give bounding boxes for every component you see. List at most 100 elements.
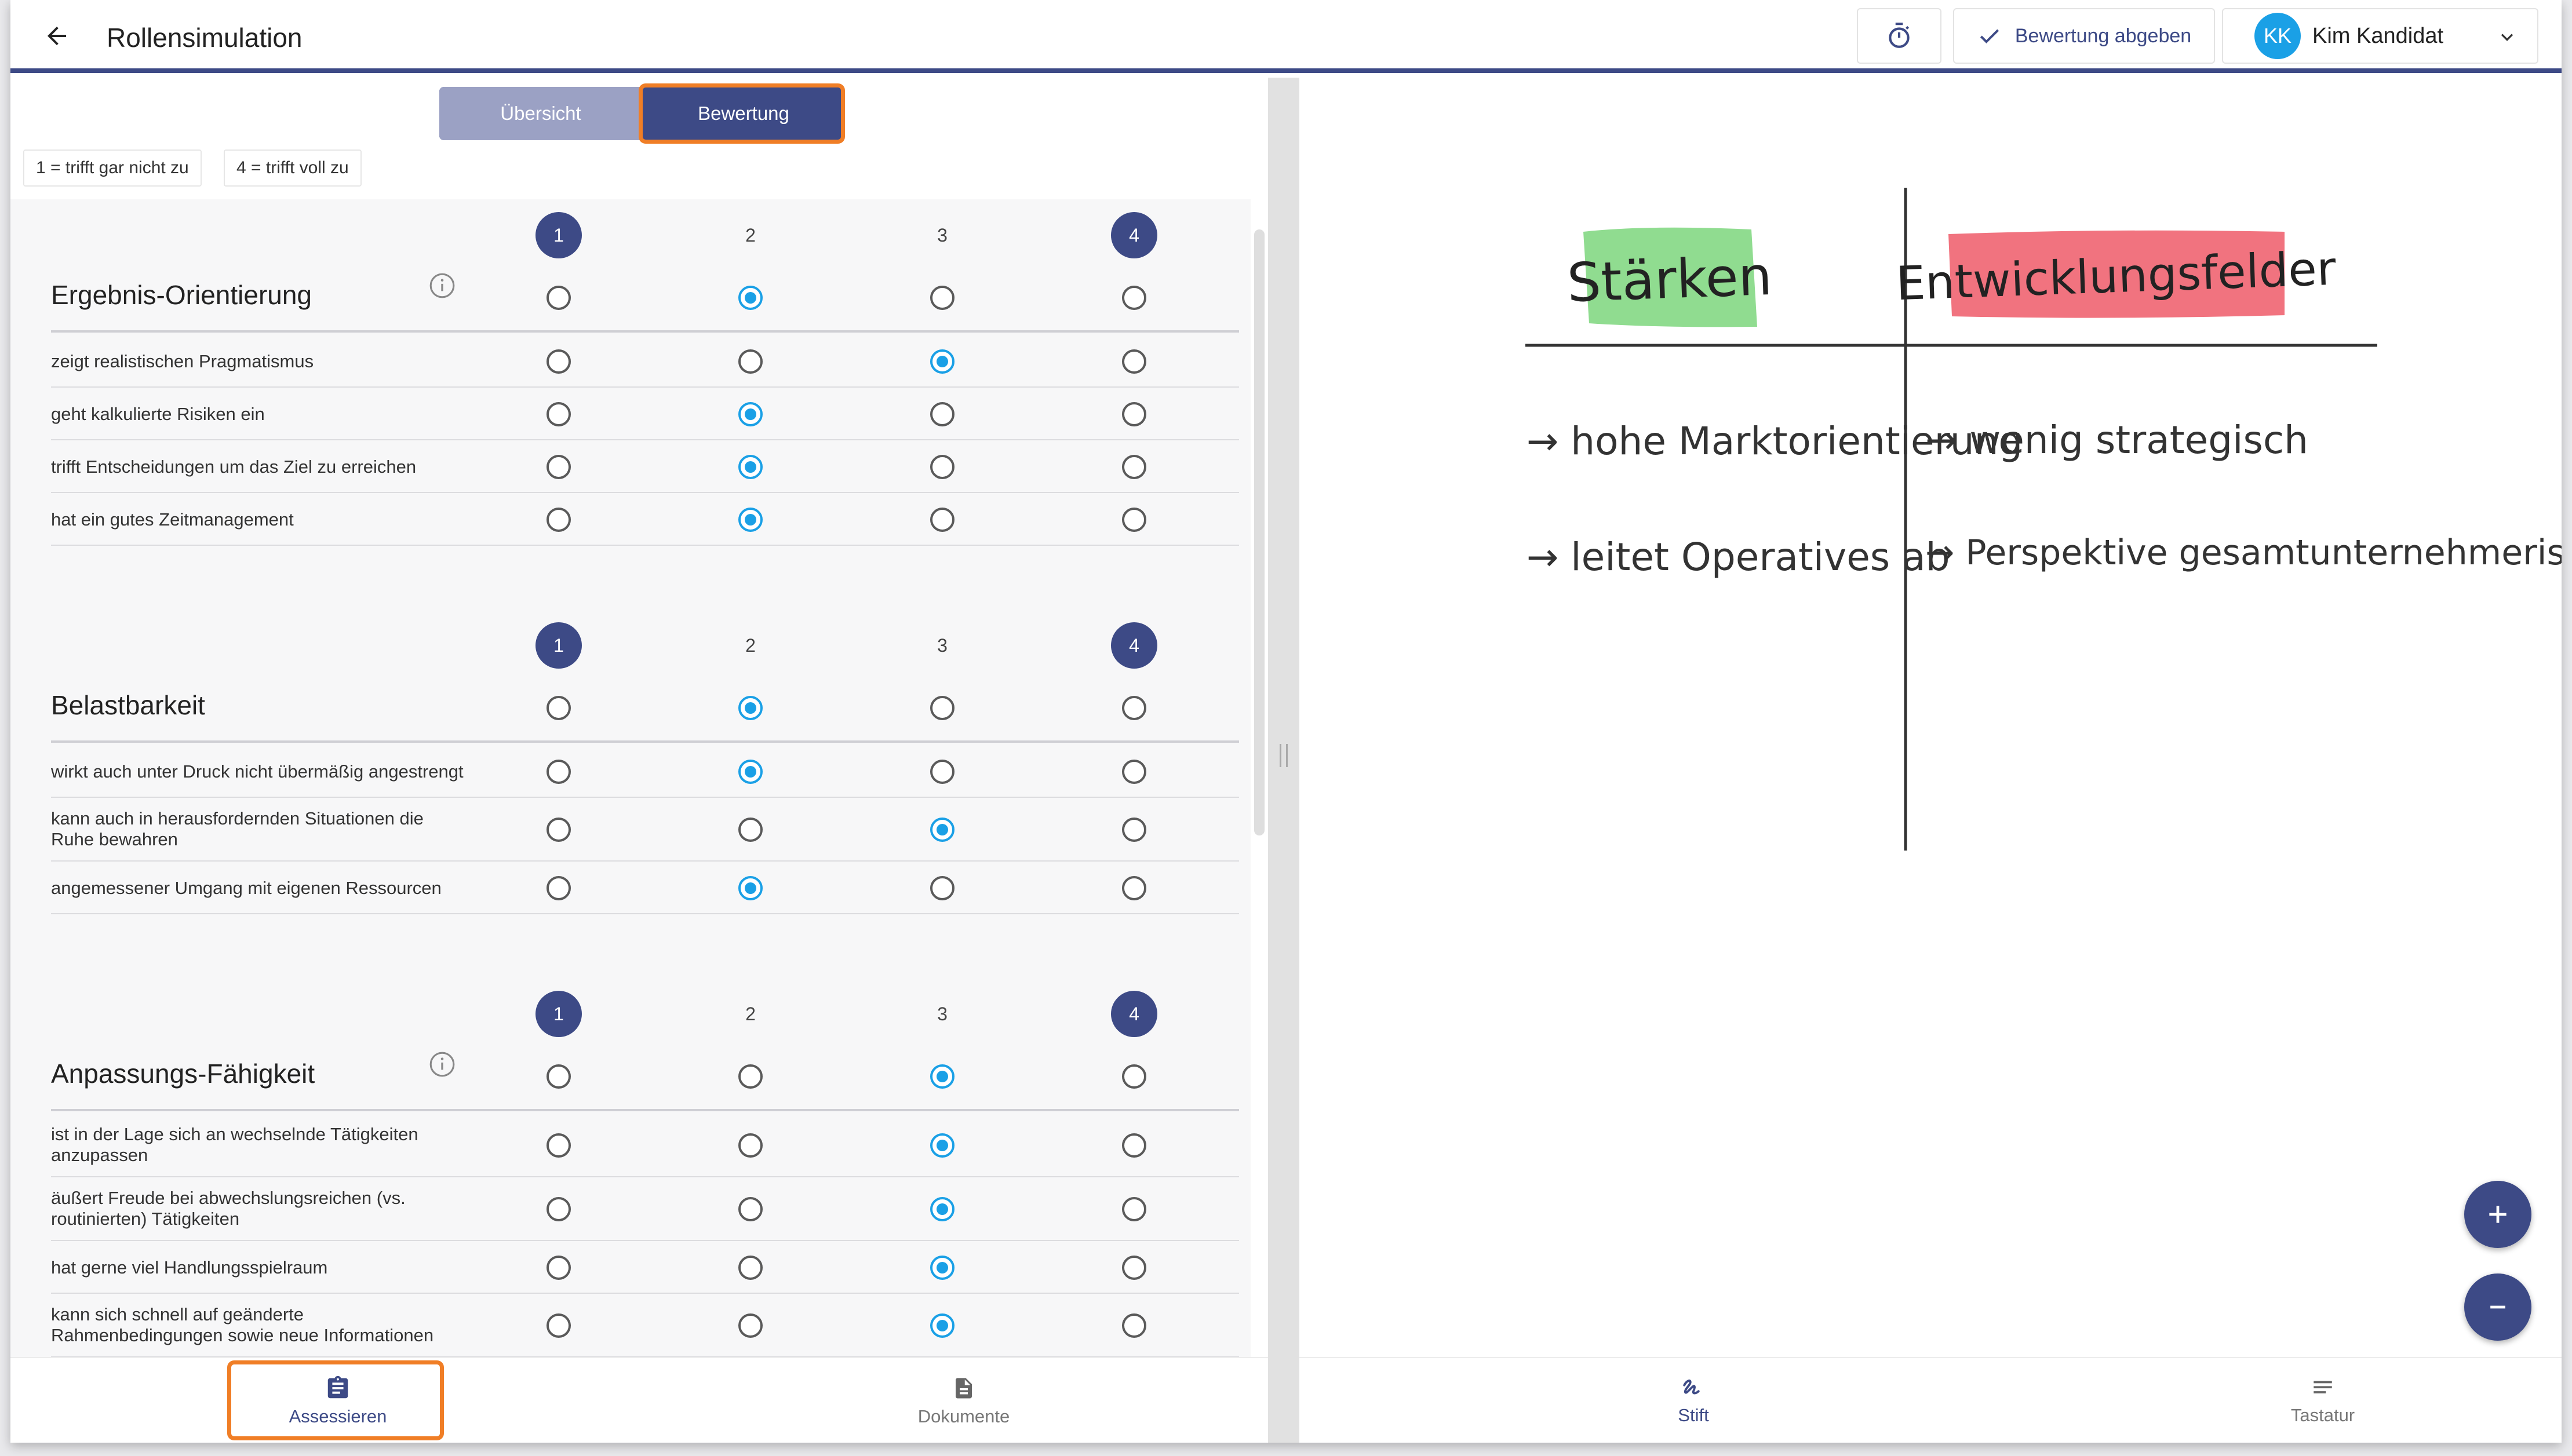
submit-rating-button[interactable]: Bewertung abgeben — [1953, 8, 2215, 64]
criterion-rating-radio[interactable] — [738, 1197, 763, 1221]
criterion-row: geht kalkulierte Risiken ein — [51, 388, 1239, 440]
criterion-rating-radio[interactable] — [930, 507, 955, 532]
category-rating-radio[interactable] — [738, 696, 763, 720]
scale-number: 3 — [937, 224, 948, 246]
criterion-rating-radio[interactable] — [738, 875, 763, 900]
criterion-rating-radio[interactable] — [930, 454, 955, 479]
criterion-rating-radio[interactable] — [738, 1255, 763, 1280]
criterion-row: ist in der Lage sich an wechselnde Tätig… — [51, 1114, 1239, 1177]
category-rating-radio[interactable] — [738, 286, 763, 310]
whiteboard-canvas[interactable]: Stärken Entwicklungsfelder → hohe Markto… — [1299, 78, 2562, 1357]
tab-rating[interactable]: Bewertung — [642, 87, 845, 140]
app-window: Rollensimulation Bewertung abgeben KK Ki… — [10, 0, 2562, 1443]
category-title: Ergebnis-Orientierung — [51, 280, 312, 310]
category-rating-radio[interactable] — [547, 696, 571, 720]
criterion-rating-radio[interactable] — [1122, 1133, 1146, 1158]
category-rating-radio[interactable] — [1122, 286, 1146, 310]
arrow-left-icon — [48, 27, 66, 45]
criterion-rating-radio[interactable] — [547, 818, 571, 842]
criterion-rating-radio[interactable] — [1122, 818, 1146, 842]
timer-button[interactable] — [1857, 8, 1941, 64]
scrollbar[interactable] — [1254, 229, 1265, 835]
category-rating-radio[interactable] — [738, 1064, 763, 1089]
info-icon[interactable] — [428, 271, 457, 303]
rating-list[interactable]: 1 2 3 4 Ergebnis-Orientierung zeigt realistis… — [10, 199, 1251, 1357]
nav-assess[interactable]: Assessieren — [242, 1358, 433, 1443]
drag-handle-icon — [1280, 744, 1288, 767]
info-icon[interactable] — [428, 1050, 457, 1082]
criterion-rating-radio[interactable] — [930, 875, 955, 900]
category-row: Ergebnis-Orientierung — [51, 263, 1239, 333]
criterion-rating-radio[interactable] — [738, 454, 763, 479]
avatar: KK — [2254, 13, 2301, 59]
criterion-rating-radio[interactable] — [1122, 759, 1146, 784]
criterion-rating-radio[interactable] — [930, 1313, 955, 1338]
criterion-rating-radio[interactable] — [547, 1255, 571, 1280]
criterion-label: zeigt realistischen Pragmatismus — [51, 351, 314, 371]
criterion-rating-radio[interactable] — [1122, 1255, 1146, 1280]
view-tabs: Übersicht Bewertung — [439, 87, 845, 140]
criterion-rating-radio[interactable] — [547, 507, 571, 532]
scale-number: 4 — [1111, 622, 1157, 669]
criterion-rating-radio[interactable] — [738, 818, 763, 842]
criterion-rating-radio[interactable] — [547, 1133, 571, 1158]
scale-number: 3 — [937, 634, 948, 656]
criterion-rating-radio[interactable] — [547, 1197, 571, 1221]
scale-header: 1 2 3 4 — [10, 212, 1239, 258]
criterion-rating-radio[interactable] — [547, 875, 571, 900]
scale-number: 1 — [535, 991, 582, 1037]
zoom-in-button[interactable] — [2464, 1181, 2531, 1248]
back-button[interactable] — [34, 13, 80, 59]
category-title: Belastbarkeit — [51, 690, 205, 720]
tab-overview[interactable]: Übersicht — [439, 87, 642, 140]
category-rating-radio[interactable] — [547, 286, 571, 310]
criterion-row: äußert Freude bei abwechslungsreichen (v… — [51, 1177, 1239, 1241]
criterion-rating-radio[interactable] — [930, 402, 955, 426]
criterion-rating-radio[interactable] — [547, 1313, 571, 1338]
nav-keyboard[interactable]: Tastatur — [2230, 1358, 2416, 1443]
category-rating-radio[interactable] — [1122, 696, 1146, 720]
criterion-rating-radio[interactable] — [738, 349, 763, 374]
criterion-rating-radio[interactable] — [1122, 507, 1146, 532]
criterion-rating-radio[interactable] — [547, 402, 571, 426]
category-rating-radio[interactable] — [930, 696, 955, 720]
criterion-rating-radio[interactable] — [547, 349, 571, 374]
criterion-row: kann sich schnell auf geänderte Rahmenbe… — [51, 1294, 1239, 1357]
user-select[interactable]: KK Kim Kandidat — [2222, 8, 2538, 64]
criterion-rating-radio[interactable] — [930, 759, 955, 784]
criterion-rating-radio[interactable] — [547, 759, 571, 784]
criterion-rating-radio[interactable] — [738, 1313, 763, 1338]
criterion-rating-radio[interactable] — [1122, 454, 1146, 479]
category-rating-radio[interactable] — [547, 1064, 571, 1089]
criterion-rating-radio[interactable] — [930, 818, 955, 842]
criterion-label: trifft Entscheidungen um das Ziel zu err… — [51, 457, 417, 477]
category-rating-radio[interactable] — [930, 286, 955, 310]
nav-documents-label: Dokumente — [917, 1406, 1010, 1426]
criterion-rating-radio[interactable] — [930, 1197, 955, 1221]
nav-documents[interactable]: Dokumente — [868, 1358, 1059, 1443]
criterion-rating-radio[interactable] — [738, 1133, 763, 1158]
criterion-rating-radio[interactable] — [547, 454, 571, 479]
criterion-rating-radio[interactable] — [1122, 402, 1146, 426]
submit-rating-label: Bewertung abgeben — [2014, 24, 2192, 47]
criterion-rating-radio[interactable] — [1122, 1313, 1146, 1338]
criterion-rating-radio[interactable] — [738, 507, 763, 532]
criterion-rating-radio[interactable] — [738, 402, 763, 426]
panel-splitter[interactable] — [1268, 78, 1299, 1443]
criterion-rating-radio[interactable] — [1122, 875, 1146, 900]
category-rating-radio[interactable] — [930, 1064, 955, 1089]
criterion-label: kann auch in herausfordernden Situatione… — [51, 808, 424, 849]
category-row: Anpassungs-Fähigkeit — [51, 1042, 1239, 1111]
category-rating-radio[interactable] — [1122, 1064, 1146, 1089]
nav-pen[interactable]: Stift — [1601, 1358, 1786, 1443]
criterion-rating-radio[interactable] — [1122, 1197, 1146, 1221]
scale-number: 2 — [745, 1003, 756, 1024]
criterion-row: angemessener Umgang mit eigenen Ressourc… — [51, 862, 1239, 914]
criterion-rating-radio[interactable] — [930, 1133, 955, 1158]
chevron-down-icon — [2501, 34, 2513, 41]
zoom-out-button[interactable] — [2464, 1273, 2531, 1341]
criterion-rating-radio[interactable] — [738, 759, 763, 784]
criterion-rating-radio[interactable] — [930, 1255, 955, 1280]
criterion-rating-radio[interactable] — [1122, 349, 1146, 374]
criterion-rating-radio[interactable] — [930, 349, 955, 374]
